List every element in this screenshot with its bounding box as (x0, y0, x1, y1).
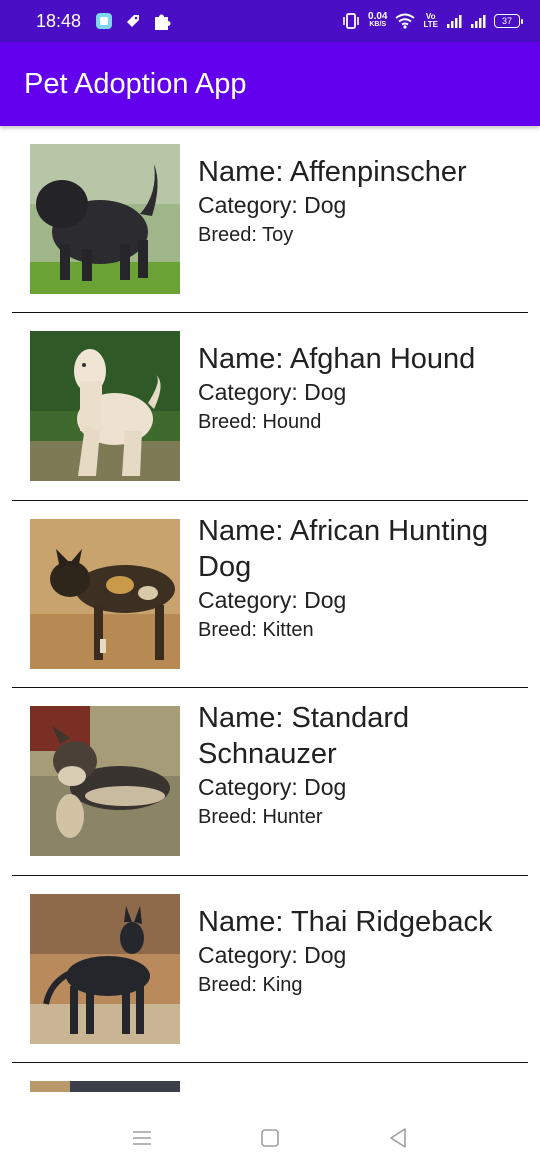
list-item[interactable]: Name: Affenpinscher Category: Dog Breed:… (12, 126, 528, 313)
pet-category: Category: Dog (198, 942, 347, 968)
puzzle-notification-icon (153, 11, 171, 31)
app-notification-icon (95, 12, 113, 30)
tag-notification-icon (125, 13, 141, 29)
battery-level: 37 (501, 16, 512, 26)
list-item-partial[interactable] (12, 1063, 528, 1092)
back-triangle-icon[interactable] (386, 1126, 410, 1150)
status-bar: 18:48 0.04 KB/S Vo LTE 37 (0, 0, 540, 42)
vibrate-icon (342, 13, 360, 29)
pet-breed: Breed: King (198, 974, 303, 996)
app-title: Pet Adoption App (24, 67, 247, 100)
next-pet-photo (30, 1081, 180, 1092)
thai-ridgeback-photo (30, 894, 180, 1044)
pet-category: Category: Dog (198, 774, 347, 800)
pet-category: Category: Dog (198, 379, 347, 405)
network-speed-value: 0.04 (368, 11, 388, 22)
network-speed-unit: KB/S (369, 21, 387, 28)
pet-name: Name: Afghan Hound (198, 343, 476, 375)
list-item[interactable]: Name: Afghan Hound Category: Dog Breed: … (12, 313, 528, 501)
affenpinscher-photo (30, 144, 180, 294)
volte-indicator: Vo LTE (423, 13, 438, 29)
battery-icon: 37 (494, 14, 523, 28)
standard-schnauzer-photo (30, 706, 180, 856)
pet-category: Category: Dog (198, 587, 347, 613)
pet-breed: Breed: Hunter (198, 806, 323, 828)
pet-name: Name: Thai Ridgeback (198, 906, 493, 938)
afghan-hound-photo (30, 331, 180, 481)
home-square-icon[interactable] (258, 1126, 282, 1150)
list-item[interactable]: Name: Thai Ridgeback Category: Dog Breed… (12, 876, 528, 1063)
system-nav-bar (0, 1092, 540, 1170)
pet-breed: Breed: Hound (198, 411, 322, 433)
list-item[interactable]: Name: Standard Schnauzer Category: Dog B… (12, 688, 528, 876)
signal-sim2-icon (470, 14, 486, 28)
pet-breed: Breed: Toy (198, 224, 294, 246)
network-speed: 0.04 KB/S (368, 11, 388, 29)
pet-breed: Breed: Kitten (198, 619, 314, 641)
volte-bottom-text: LTE (423, 20, 438, 29)
signal-sim1-icon (446, 14, 462, 28)
pet-category: Category: Dog (198, 192, 347, 218)
list-item[interactable]: Name: African Hunting Dog Category: Dog … (12, 501, 528, 688)
wifi-icon (395, 13, 416, 29)
pet-name: Name: Standard Schnauzer (198, 702, 410, 770)
pet-name: Name: Affenpinscher (198, 156, 467, 188)
app-bar: Pet Adoption App (0, 42, 540, 126)
status-time: 18:48 (36, 10, 82, 31)
pet-list[interactable]: Name: Affenpinscher Category: Dog Breed:… (0, 126, 540, 1092)
african-hunting-dog-photo (30, 519, 180, 669)
menu-icon[interactable] (130, 1126, 154, 1150)
pet-name: Name: African Hunting Dog (198, 515, 489, 583)
